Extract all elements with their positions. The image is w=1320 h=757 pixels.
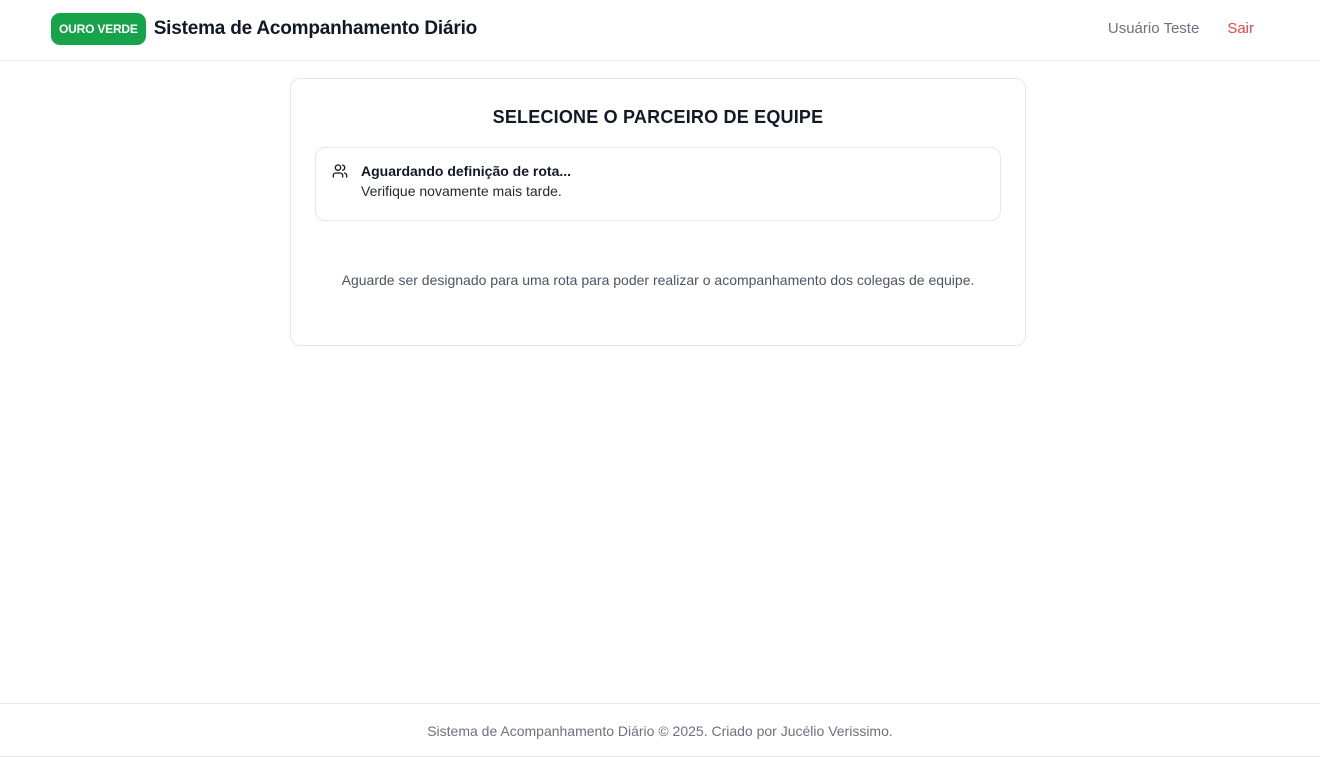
header-actions: Usuário Teste Sair	[1108, 20, 1254, 37]
footer-text: Sistema de Acompanhamento Diário © 2025.…	[427, 723, 893, 739]
brand-badge: OURO VERDE	[51, 13, 146, 45]
brand: OURO VERDE Sistema de Acompanhamento Diá…	[51, 13, 477, 45]
top-header: OURO VERDE Sistema de Acompanhamento Diá…	[0, 0, 1320, 61]
app-title: Sistema de Acompanhamento Diário	[153, 18, 478, 39]
alert-description: Verifique novamente mais tarde.	[361, 183, 562, 199]
user-name: Usuário Teste	[1107, 20, 1200, 37]
card-note: Aguarde ser designado para uma rota para…	[341, 272, 975, 288]
page-footer: Sistema de Acompanhamento Diário © 2025.…	[0, 703, 1320, 757]
app-root: OURO VERDE Sistema de Acompanhamento Diá…	[0, 0, 1320, 757]
route-pending-alert: Aguardando definição de rota... Verifiqu…	[315, 147, 1001, 221]
alert-title: Aguardando definição de rota...	[361, 163, 572, 179]
partner-selection-card: SELECIONE O PARCEIRO DE EQUIPE Aguardand…	[290, 78, 1026, 346]
users-icon	[332, 163, 350, 181]
logout-button[interactable]: Sair	[1227, 20, 1254, 37]
card-title: SELECIONE O PARCEIRO DE EQUIPE	[492, 107, 824, 127]
